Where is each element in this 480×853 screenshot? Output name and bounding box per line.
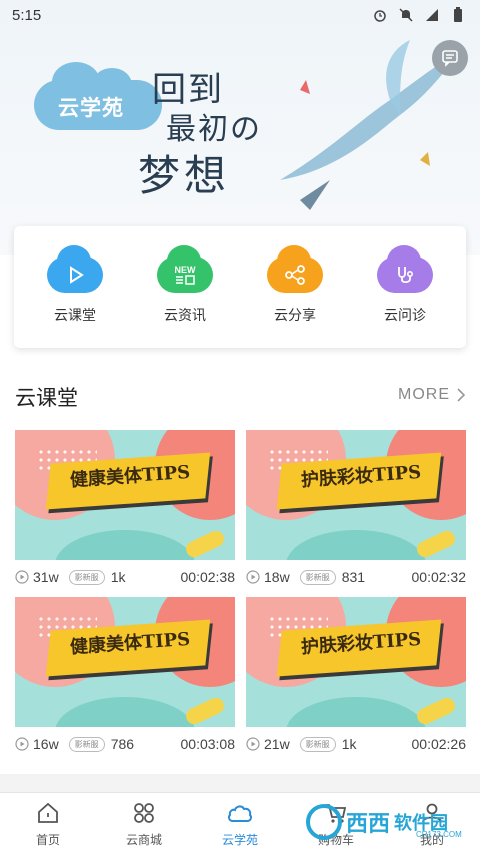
nav-mall[interactable]: 云商城 — [96, 793, 192, 853]
news-cloud-icon: NEW — [157, 245, 213, 293]
like-count: 1k — [341, 736, 357, 752]
chevron-right-icon — [457, 388, 466, 402]
entry-label: 云分享 — [274, 307, 316, 323]
battery-icon — [450, 7, 466, 23]
more-label: MORE — [398, 386, 450, 403]
cloud-icon — [226, 799, 254, 827]
section-title: 云课堂 — [15, 387, 78, 410]
course-tag: 影新服 — [299, 569, 336, 585]
course-thumbnail: 护肤彩妆TIPS — [246, 430, 466, 560]
like-count: 1k — [110, 569, 126, 585]
course-thumbnail: 护肤彩妆TIPS — [246, 597, 466, 727]
course-meta: 16w 影新服 786 00:03:08 — [15, 733, 235, 755]
nav-label: 首页 — [35, 832, 60, 847]
course-thumbnail: 健康美体TIPS — [15, 597, 235, 727]
play-cloud-icon — [47, 245, 103, 293]
quick-entries: 云课堂 NEW 云资讯 云分享 云问诊 — [14, 226, 466, 348]
grid-icon — [130, 799, 158, 827]
share-cloud-icon — [267, 245, 323, 293]
course-thumbnail: 健康美体TIPS — [15, 430, 235, 560]
alarm-icon — [372, 7, 388, 23]
watermark-text: 西西 — [346, 812, 391, 837]
play-count-icon — [15, 737, 29, 751]
entry-label: 云课堂 — [54, 307, 96, 323]
entry-label: 云资讯 — [164, 307, 206, 323]
entry-label: 云问诊 — [384, 307, 426, 323]
like-count: 831 — [341, 569, 366, 585]
message-icon — [442, 50, 458, 67]
course-meta: 18w 影新服 831 00:02:32 — [246, 566, 466, 588]
new-badge: NEW — [174, 265, 196, 275]
home-icon — [34, 799, 62, 827]
site-watermark: 西西 软件园 CR173.COM — [306, 800, 466, 844]
hero-banner[interactable]: 云学苑 回到 最初の 梦想 — [0, 0, 480, 255]
entry-consult[interactable]: 云问诊 — [355, 245, 455, 325]
nav-academy[interactable]: 云学苑 — [192, 793, 288, 853]
watermark-sub: CR173.COM — [416, 830, 462, 839]
signal-icon — [424, 7, 440, 23]
more-link[interactable]: MORE — [398, 386, 466, 404]
status-icons — [372, 7, 466, 23]
like-count: 786 — [110, 736, 135, 752]
message-button[interactable] — [432, 40, 468, 76]
play-count-icon — [15, 570, 29, 584]
nav-label: 云商城 — [125, 832, 162, 847]
course-tag: 影新服 — [68, 569, 105, 585]
banner-slogan-line3: 梦想 — [138, 151, 231, 200]
duration: 00:03:08 — [180, 736, 236, 752]
section-divider — [0, 774, 480, 792]
course-tag: 影新服 — [68, 736, 105, 752]
course-card[interactable]: 健康美体TIPS 16w 影新服 786 00:03:08 — [15, 597, 235, 777]
course-meta: 21w 影新服 1k 00:02:26 — [246, 733, 466, 755]
entry-share[interactable]: 云分享 — [245, 245, 345, 325]
view-count: 21w — [264, 736, 290, 752]
duration: 00:02:38 — [180, 569, 236, 585]
view-count: 16w — [33, 736, 59, 752]
nav-label: 云学苑 — [221, 832, 258, 847]
watermark-logo — [306, 804, 342, 840]
course-card[interactable]: 护肤彩妆TIPS 18w 影新服 831 00:02:32 — [246, 430, 466, 610]
course-tag: 影新服 — [299, 736, 336, 752]
course-meta: 31w 影新服 1k 00:02:38 — [15, 566, 235, 588]
course-card[interactable]: 护肤彩妆TIPS 21w 影新服 1k 00:02:26 — [246, 597, 466, 777]
play-count-icon — [246, 737, 260, 751]
play-count-icon — [246, 570, 260, 584]
status-bar: 5:15 — [0, 0, 480, 30]
course-card[interactable]: 健康美体TIPS 31w 影新服 1k 00:02:38 — [15, 430, 235, 610]
entry-news[interactable]: NEW 云资讯 — [135, 245, 235, 325]
mute-icon — [398, 7, 414, 23]
status-time: 5:15 — [12, 6, 42, 24]
duration: 00:02:26 — [411, 736, 467, 752]
nav-home[interactable]: 首页 — [0, 793, 96, 853]
view-count: 18w — [264, 569, 290, 585]
stethoscope-cloud-icon — [377, 245, 433, 293]
duration: 00:02:32 — [411, 569, 467, 585]
view-count: 31w — [33, 569, 59, 585]
banner-brand: 云学苑 — [58, 95, 124, 120]
entry-classroom[interactable]: 云课堂 — [25, 245, 125, 325]
